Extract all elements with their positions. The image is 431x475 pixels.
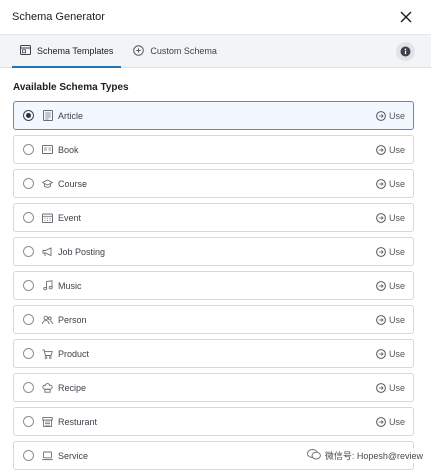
radio-button[interactable] (23, 110, 34, 121)
use-button[interactable]: Use (376, 145, 405, 155)
radio-button[interactable] (23, 450, 34, 461)
tab-schema-templates[interactable]: Schema Templates (12, 35, 122, 68)
arrow-circle-icon (376, 280, 386, 291)
watermark: 微信号: Hopesh@review (304, 448, 425, 463)
schema-label: Event (58, 212, 82, 223)
use-button[interactable]: Use (376, 179, 405, 189)
use-button[interactable]: Use (376, 247, 405, 257)
schema-row-product[interactable]: Product Use (13, 339, 414, 368)
arrow-circle-icon (376, 110, 386, 121)
close-icon[interactable] (399, 10, 413, 24)
music-icon (42, 280, 53, 291)
schema-label: Article (58, 110, 84, 121)
schema-label: Product (58, 348, 90, 359)
schema-row-event[interactable]: Event Use (13, 203, 414, 232)
modal-header: Schema Generator (0, 0, 431, 34)
radio-button[interactable] (23, 416, 34, 427)
tab-bar: Schema Templates Custom Schema (0, 34, 431, 68)
use-label: Use (388, 416, 405, 427)
tab-custom-schema[interactable]: Custom Schema (125, 35, 225, 67)
store-icon (42, 416, 53, 427)
use-button[interactable]: Use (376, 213, 405, 223)
arrow-circle-icon (376, 212, 386, 223)
use-button[interactable]: Use (376, 349, 405, 359)
info-icon[interactable] (396, 42, 415, 61)
tab-label: Custom Schema (150, 46, 217, 56)
chef-hat-icon (42, 382, 53, 393)
use-label: Use (388, 348, 405, 359)
schema-label: Music (58, 280, 82, 291)
schema-label: Course (58, 178, 88, 189)
radio-button[interactable] (23, 246, 34, 257)
radio-button[interactable] (23, 382, 34, 393)
watermark-text: 微信号: Hopesh@review (324, 451, 423, 461)
calendar-icon (42, 212, 53, 223)
use-label: Use (388, 110, 405, 121)
book-icon (42, 144, 53, 155)
arrow-circle-icon (376, 314, 386, 325)
radio-button[interactable] (23, 280, 34, 291)
section-heading: Available Schema Types (13, 82, 129, 93)
use-button[interactable]: Use (376, 315, 405, 325)
use-label: Use (388, 246, 405, 257)
schema-row-person[interactable]: Person Use (13, 305, 414, 334)
use-label: Use (388, 382, 405, 393)
megaphone-icon (42, 246, 53, 257)
schema-row-course[interactable]: Course Use (13, 169, 414, 198)
use-button[interactable]: Use (376, 417, 405, 427)
schema-row-job-posting[interactable]: Job Posting Use (13, 237, 414, 266)
tab-label: Schema Templates (37, 46, 114, 56)
schema-label: Person (58, 314, 87, 325)
radio-selected-dot (26, 113, 31, 118)
schema-row-music[interactable]: Music Use (13, 271, 414, 300)
template-icon (20, 45, 31, 57)
use-label: Use (388, 280, 405, 291)
radio-button[interactable] (23, 314, 34, 325)
schema-type-list: Article Use Book Use Course Use Event Us… (13, 101, 414, 475)
schema-label: Book (58, 144, 79, 155)
schema-row-recipe[interactable]: Recipe Use (13, 373, 414, 402)
article-icon (42, 110, 53, 121)
laptop-icon (42, 450, 53, 461)
wechat-icon (306, 449, 321, 462)
schema-row-resturant[interactable]: Resturant Use (13, 407, 414, 436)
schema-label: Recipe (58, 382, 87, 393)
use-label: Use (388, 144, 405, 155)
cart-icon (42, 348, 53, 359)
radio-button[interactable] (23, 178, 34, 189)
arrow-circle-icon (376, 246, 386, 257)
arrow-circle-icon (376, 348, 386, 359)
people-icon (42, 314, 53, 325)
schema-row-book[interactable]: Book Use (13, 135, 414, 164)
use-label: Use (388, 212, 405, 223)
use-button[interactable]: Use (376, 111, 405, 121)
graduation-cap-icon (42, 178, 53, 189)
arrow-circle-icon (376, 416, 386, 427)
use-label: Use (388, 314, 405, 325)
schema-label: Resturant (58, 416, 98, 427)
radio-button[interactable] (23, 212, 34, 223)
modal-title: Schema Generator (12, 11, 105, 23)
radio-button[interactable] (23, 348, 34, 359)
arrow-circle-icon (376, 382, 386, 393)
arrow-circle-icon (376, 178, 386, 189)
arrow-circle-icon (376, 144, 386, 155)
use-button[interactable]: Use (376, 383, 405, 393)
use-label: Use (388, 178, 405, 189)
radio-button[interactable] (23, 144, 34, 155)
schema-label: Job Posting (58, 246, 106, 257)
schema-row-article[interactable]: Article Use (13, 101, 414, 130)
use-button[interactable]: Use (376, 281, 405, 291)
plus-circle-icon (133, 44, 145, 58)
